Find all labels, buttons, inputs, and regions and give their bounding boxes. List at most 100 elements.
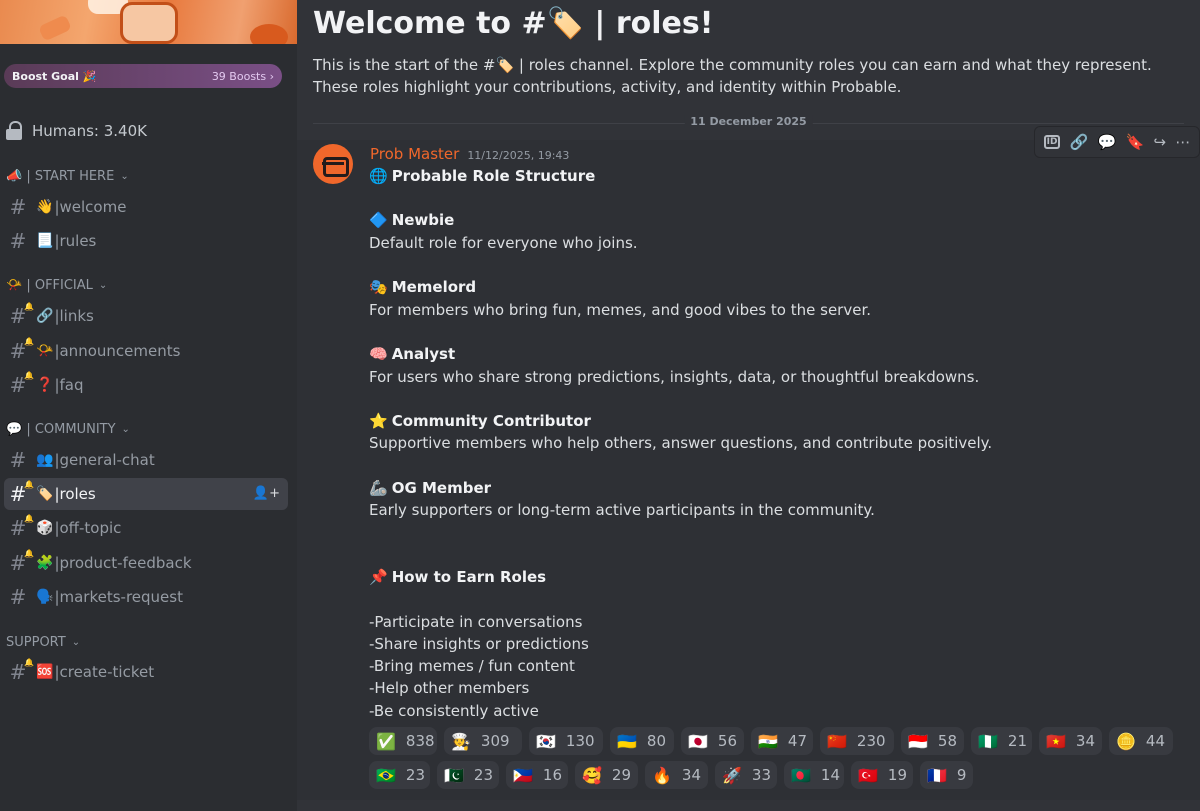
hash-icon: # <box>9 229 27 253</box>
category-official[interactable]: 📯 | OFFICIAL ⌄ <box>6 278 107 293</box>
rocket-icon: 🚀 <box>722 765 742 785</box>
channel-label: |roles <box>54 485 96 503</box>
reaction-chip[interactable]: 🇫🇷 9 <box>920 761 973 789</box>
channel-off-topic[interactable]: # 🔔 🎲 |off-topic <box>4 512 288 544</box>
channel-label: |product-feedback <box>54 554 192 572</box>
channel-label: |general-chat <box>54 451 155 469</box>
channel-emoji: 🎲 <box>36 520 54 536</box>
reaction-chip[interactable]: 🪙 44 <box>1109 727 1173 755</box>
channel-create-ticket[interactable]: # 🔔 🆘 |create-ticket <box>4 656 288 688</box>
channel-label: |links <box>54 307 94 325</box>
masks-icon: 🎭 <box>369 278 388 296</box>
flag-pk-icon: 🇵🇰 <box>444 765 464 785</box>
reaction-chip[interactable]: 🇹🇷 19 <box>851 761 913 789</box>
banner-art <box>250 24 288 44</box>
category-label: 💬 | COMMUNITY <box>6 422 116 437</box>
reaction-chip[interactable]: 🇵🇭 16 <box>506 761 568 789</box>
flag-bd-icon: 🇧🇩 <box>791 765 811 785</box>
star-icon: ⭐ <box>369 412 388 430</box>
member-count-label: Humans: 3.40K <box>32 122 147 140</box>
check-icon: ✅ <box>376 731 396 751</box>
channel-intro: This is the start of the #🏷️ | roles cha… <box>313 56 1152 96</box>
channel-label: |off-topic <box>54 519 122 537</box>
channel-emoji: 🆘 <box>36 664 54 680</box>
copy-id-icon[interactable]: ID <box>1043 135 1061 149</box>
category-label: SUPPORT <box>6 635 66 650</box>
reaction-chip[interactable]: 🇨🇳 230 <box>820 727 894 755</box>
message-timestamp: 11/12/2025, 19:43 <box>467 149 570 162</box>
hash-bell-icon: # 🔔 <box>9 371 34 397</box>
role-desc: Supportive members who help others, answ… <box>369 434 993 452</box>
channel-label: |faq <box>54 376 84 394</box>
channel-announcements[interactable]: # 🔔 📯 |announcements <box>4 335 288 367</box>
channel-label: |rules <box>54 232 97 250</box>
channel-emoji: 🗣️ <box>36 589 54 605</box>
role-desc: For members who bring fun, memes, and go… <box>369 301 872 319</box>
channel-markets-request[interactable]: # 🗣️ |markets-request <box>4 581 288 613</box>
earn-item: -Help other members <box>369 679 530 697</box>
reaction-chip[interactable]: 🇮🇳 47 <box>751 727 813 755</box>
flag-vn-icon: 🇻🇳 <box>1046 731 1066 751</box>
reaction-chip[interactable]: 🇯🇵 56 <box>681 727 744 755</box>
channel-emoji: 🏷️ <box>36 486 54 502</box>
link-icon[interactable]: 🔗 <box>1070 133 1089 151</box>
add-member-icon[interactable]: 👤+ <box>253 486 280 501</box>
earn-item: -Share insights or predictions <box>369 635 589 653</box>
channel-welcome[interactable]: # 👋 |welcome <box>4 191 288 223</box>
flag-ng-icon: 🇳🇬 <box>978 731 998 751</box>
pin-icon: 📌 <box>369 568 388 586</box>
flag-cn-icon: 🇨🇳 <box>827 731 847 751</box>
reaction-chip[interactable]: 🇧🇷 23 <box>369 761 430 789</box>
avatar[interactable] <box>313 144 353 184</box>
reaction-chip[interactable]: ✅ 838 <box>369 727 437 755</box>
reaction-chip[interactable]: 🇺🇦 80 <box>610 727 674 755</box>
hash-bell-icon: # 🔔 <box>9 480 34 506</box>
boost-goal-label: Boost Goal 🎉 <box>12 69 97 83</box>
reaction-chip[interactable]: 🇵🇰 23 <box>437 761 499 789</box>
arm-icon: 🦾 <box>369 479 388 497</box>
author-name[interactable]: Prob Master <box>370 145 459 163</box>
category-community[interactable]: 💬 | COMMUNITY ⌄ <box>6 422 130 437</box>
hash-bell-icon: # 🔔 <box>9 549 34 575</box>
hash-bell-icon: # 🔔 <box>9 302 34 328</box>
reaction-chip[interactable]: 🥰 29 <box>575 761 638 789</box>
fire-icon: 🔥 <box>652 765 672 785</box>
channel-links[interactable]: # 🔔 🔗 |links <box>4 300 288 332</box>
category-start-here[interactable]: 📣 | START HERE ⌄ <box>6 169 129 184</box>
reaction-chip[interactable]: 🇧🇩 14 <box>784 761 844 789</box>
more-icon[interactable]: ⋯ <box>1175 133 1190 151</box>
reaction-chip[interactable]: 🇮🇩 58 <box>901 727 964 755</box>
chevron-down-icon: ⌄ <box>98 280 108 291</box>
role-name: 🧠 Analyst <box>369 345 456 363</box>
boost-goal-bar[interactable]: Boost Goal 🎉 39 Boosts › <box>4 64 282 88</box>
flag-in-icon: 🇮🇳 <box>758 731 778 751</box>
bookmark-icon[interactable]: 🔖 <box>1126 133 1145 151</box>
reaction-chip[interactable]: 🔥 34 <box>645 761 708 789</box>
channel-label: |announcements <box>54 342 181 360</box>
hash-bell-icon: # 🔔 <box>9 514 34 540</box>
channel-general-chat[interactable]: # 👥 |general-chat <box>4 444 288 476</box>
channel-rules[interactable]: # 📃 |rules <box>4 225 288 257</box>
flag-ph-icon: 🇵🇭 <box>513 765 533 785</box>
channel-emoji: ❓ <box>36 377 54 393</box>
role-name: ⭐ Community Contributor <box>369 412 591 430</box>
channel-faq[interactable]: # 🔔 ❓ |faq <box>4 369 288 401</box>
reaction-chip[interactable]: 🇰🇷 130 <box>529 727 603 755</box>
channel-welcome-title: Welcome to #🏷️ | roles! <box>313 6 714 41</box>
channel-roles[interactable]: # 🔔 🏷️ |roles 👤+ <box>4 478 288 510</box>
reaction-chip[interactable]: 🇳🇬 21 <box>971 727 1032 755</box>
flag-id-icon: 🇮🇩 <box>908 731 928 751</box>
thread-icon[interactable]: 💬 <box>1098 133 1117 151</box>
chat-area: Welcome to #🏷️ | roles! This is the star… <box>297 0 1200 811</box>
hash-bell-icon: # 🔔 <box>9 658 34 684</box>
channel-product-feedback[interactable]: # 🔔 🧩 |product-feedback <box>4 547 288 579</box>
earn-item: -Bring memes / fun content <box>369 657 575 675</box>
smiling-hearts-icon: 🥰 <box>582 765 602 785</box>
reaction-chip[interactable]: 🇻🇳 34 <box>1039 727 1102 755</box>
channel-emoji: 🔗 <box>36 308 54 324</box>
member-count[interactable]: Humans: 3.40K <box>6 121 147 141</box>
reaction-chip[interactable]: 🚀 33 <box>715 761 777 789</box>
category-support[interactable]: SUPPORT ⌄ <box>6 635 80 650</box>
forward-icon[interactable]: ↪ <box>1154 133 1167 151</box>
reaction-chip[interactable]: 🧑‍🍳 309 <box>444 727 522 755</box>
